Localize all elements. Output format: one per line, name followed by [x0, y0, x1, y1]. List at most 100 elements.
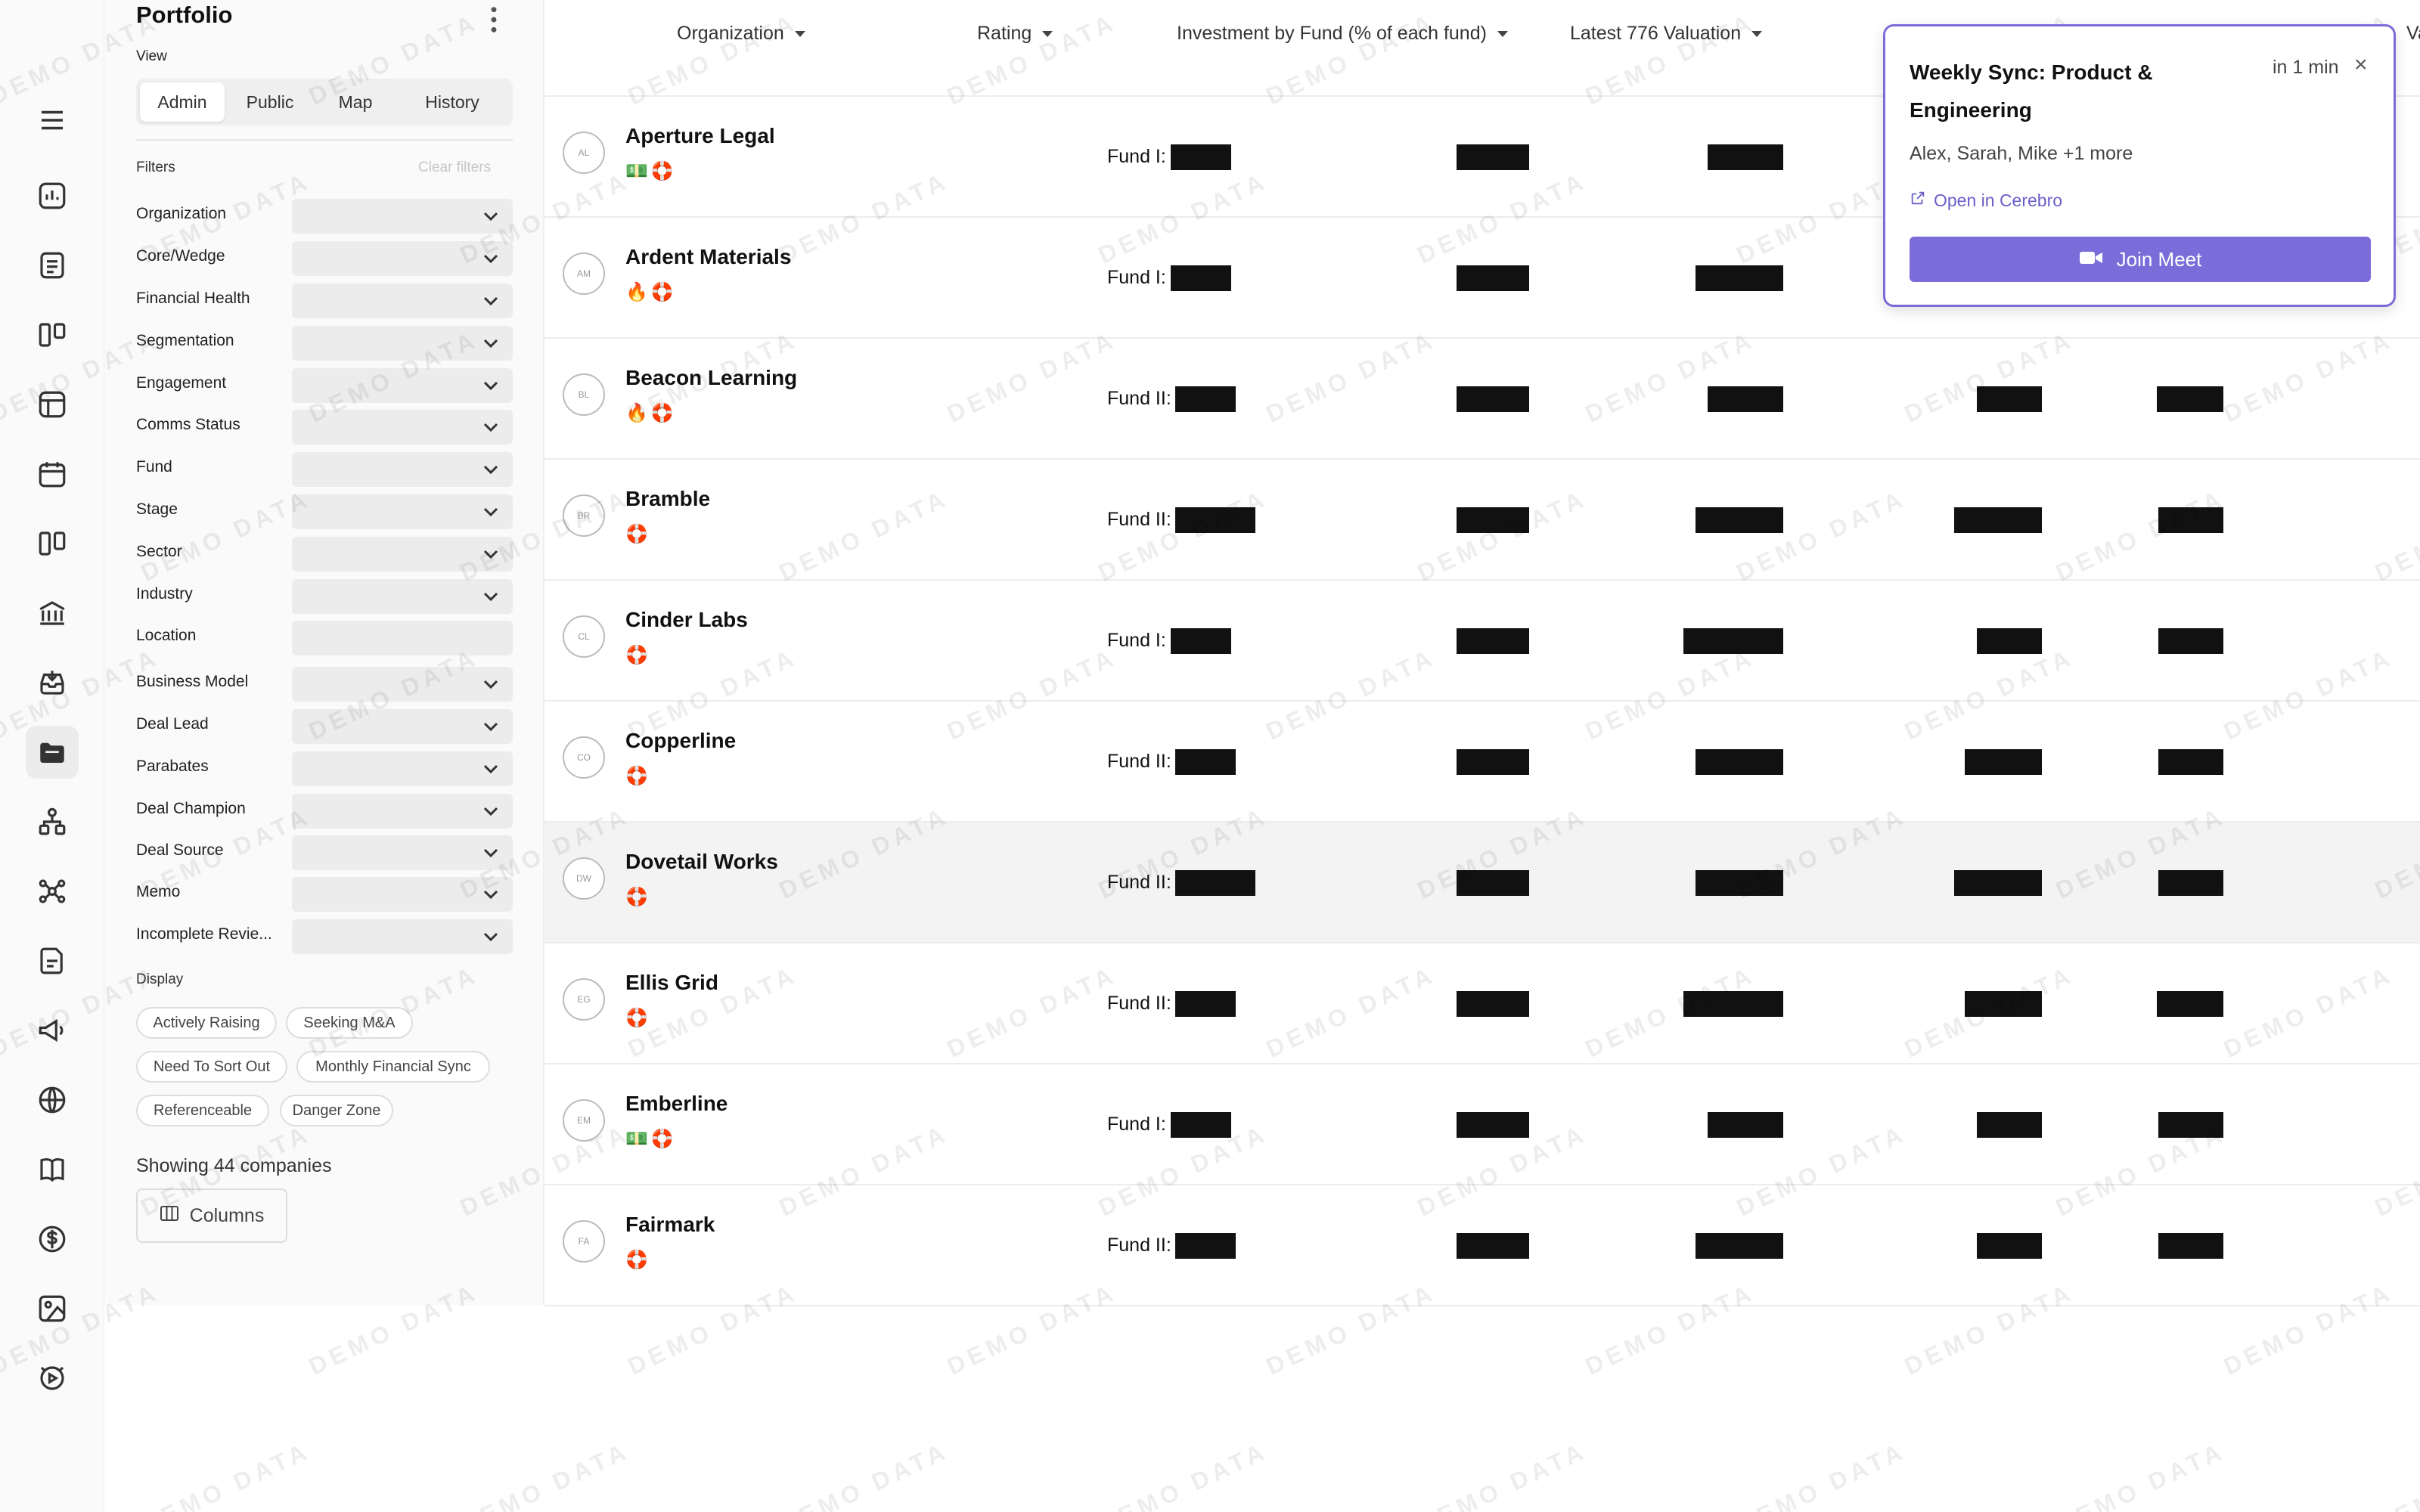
image-icon[interactable] [26, 1282, 79, 1335]
board-icon[interactable] [26, 308, 79, 361]
filter-row: Industry [136, 579, 513, 614]
filter-select[interactable] [292, 199, 513, 234]
table-row[interactable]: BR Bramble 🛟 Fund II: [544, 460, 2420, 581]
filter-select[interactable] [292, 284, 513, 318]
join-meet-button[interactable]: Join Meet [1910, 237, 2371, 282]
redacted-value [1457, 265, 1529, 291]
filter-select[interactable] [292, 494, 513, 529]
company-name[interactable]: Aperture Legal [625, 124, 775, 148]
sort-caret-icon [1751, 31, 1763, 38]
table-row[interactable]: EG Ellis Grid 🛟 Fund II: [544, 943, 2420, 1064]
table-row[interactable]: EM Emberline 💵🛟 Fund I: [544, 1064, 2420, 1185]
globe-icon[interactable] [26, 1074, 79, 1126]
dollar-icon[interactable] [26, 1213, 79, 1266]
redacted-value [1708, 1112, 1783, 1138]
hierarchy-icon[interactable] [26, 795, 79, 848]
open-in-cerebro-link[interactable]: Open in Cerebro [1910, 190, 2062, 211]
table-row[interactable]: BL Beacon Learning 🔥🛟 Fund II: [544, 339, 2420, 460]
filter-select[interactable] [292, 794, 513, 829]
chip-seeking-ma[interactable]: Seeking M&A [286, 1007, 413, 1039]
header-investment-by-fund[interactable]: Investment by Fund (% of each fund) [1177, 23, 1508, 45]
company-name[interactable]: Emberline [625, 1092, 728, 1116]
analytics-icon[interactable] [26, 169, 79, 222]
chip-referenceable[interactable]: Referenceable [136, 1095, 269, 1126]
redacted-value [1977, 1233, 2042, 1259]
filter-label: Engagement [136, 374, 227, 392]
view-tab-map[interactable]: Map [315, 82, 396, 122]
filter-select[interactable] [292, 709, 513, 744]
redacted-value [1683, 991, 1783, 1017]
filter-select[interactable] [292, 751, 513, 786]
view-tab-history[interactable]: History [396, 82, 509, 122]
media-icon[interactable] [26, 1352, 79, 1405]
company-name[interactable]: Beacon Learning [625, 366, 797, 390]
filter-select[interactable] [292, 452, 513, 487]
meeting-time: in 1 min [2273, 57, 2339, 78]
table-row[interactable]: DW Dovetail Works 🛟 Fund II: [544, 823, 2420, 943]
watermark: DEMO DATA [774, 1436, 954, 1512]
filter-select[interactable] [292, 537, 513, 572]
filter-select[interactable] [292, 877, 513, 912]
fund-label: Fund I: [1107, 1114, 1166, 1135]
filter-select[interactable] [292, 621, 513, 655]
filter-row: Location [136, 621, 513, 655]
filter-row: Financial Health [136, 284, 513, 318]
columns-button[interactable]: Columns [136, 1188, 287, 1243]
calendar-icon[interactable] [26, 448, 79, 500]
filter-row: Stage [136, 494, 513, 529]
chip-danger-zone[interactable]: Danger Zone [280, 1095, 393, 1126]
network-icon[interactable] [26, 865, 79, 918]
filter-select[interactable] [292, 241, 513, 276]
company-name[interactable]: Ardent Materials [625, 245, 791, 269]
kanban-icon[interactable] [26, 517, 79, 570]
filter-select[interactable] [292, 667, 513, 702]
filter-label: Parabates [136, 758, 209, 775]
more-options-icon[interactable] [482, 5, 505, 35]
company-name[interactable]: Fairmark [625, 1213, 715, 1237]
chip-monthly-financial-sync[interactable]: Monthly Financial Sync [296, 1051, 490, 1083]
company-tags: 💵🛟 [625, 161, 677, 181]
menu-icon[interactable] [26, 94, 79, 147]
redacted-value [2158, 870, 2223, 896]
table-row[interactable]: CO Copperline 🛟 Fund II: [544, 702, 2420, 823]
company-name[interactable]: Dovetail Works [625, 850, 778, 874]
notes-icon[interactable] [26, 239, 79, 292]
dashboard-icon[interactable] [26, 378, 79, 431]
close-icon[interactable]: × [2354, 54, 2375, 78]
portfolio-icon[interactable] [26, 726, 79, 779]
filter-select[interactable] [292, 579, 513, 614]
document-icon[interactable] [26, 934, 79, 987]
redacted-value [1708, 144, 1783, 170]
company-avatar: CL [563, 615, 605, 658]
filter-select[interactable] [292, 919, 513, 954]
chip-actively-raising[interactable]: Actively Raising [136, 1007, 277, 1039]
redacted-value [1965, 991, 2042, 1017]
company-tags: 🛟 [625, 1008, 651, 1028]
redacted-value [1708, 386, 1783, 412]
clear-filters-link[interactable]: Clear filters [418, 160, 491, 176]
megaphone-icon[interactable] [26, 1004, 79, 1057]
view-tab-admin[interactable]: Admin [140, 82, 225, 122]
filter-select[interactable] [292, 326, 513, 361]
view-tab-public[interactable]: Public [225, 82, 315, 122]
book-icon[interactable] [26, 1143, 79, 1196]
company-name[interactable]: Copperline [625, 729, 736, 753]
filter-select[interactable] [292, 410, 513, 445]
table-row[interactable]: FA Fairmark 🛟 Fund II: [544, 1185, 2420, 1306]
company-name[interactable]: Ellis Grid [625, 971, 718, 995]
header-organization[interactable]: Organization [677, 23, 805, 45]
company-name[interactable]: Cinder Labs [625, 608, 748, 632]
header-val-truncated[interactable]: Val [2406, 23, 2420, 45]
bank-icon[interactable] [26, 587, 79, 640]
inbox-icon[interactable] [26, 656, 79, 709]
header-latest-valuation[interactable]: Latest 776 Valuation [1570, 23, 1763, 45]
header-rating[interactable]: Rating [977, 23, 1053, 45]
filter-label: Sector [136, 543, 182, 560]
filter-select[interactable] [292, 368, 513, 403]
company-name[interactable]: Bramble [625, 487, 710, 511]
chevron-down-icon [483, 932, 498, 942]
filter-select[interactable] [292, 835, 513, 870]
columns-icon [160, 1205, 179, 1227]
table-row[interactable]: CL Cinder Labs 🛟 Fund I: [544, 581, 2420, 702]
chip-need-to-sort-out[interactable]: Need To Sort Out [136, 1051, 287, 1083]
